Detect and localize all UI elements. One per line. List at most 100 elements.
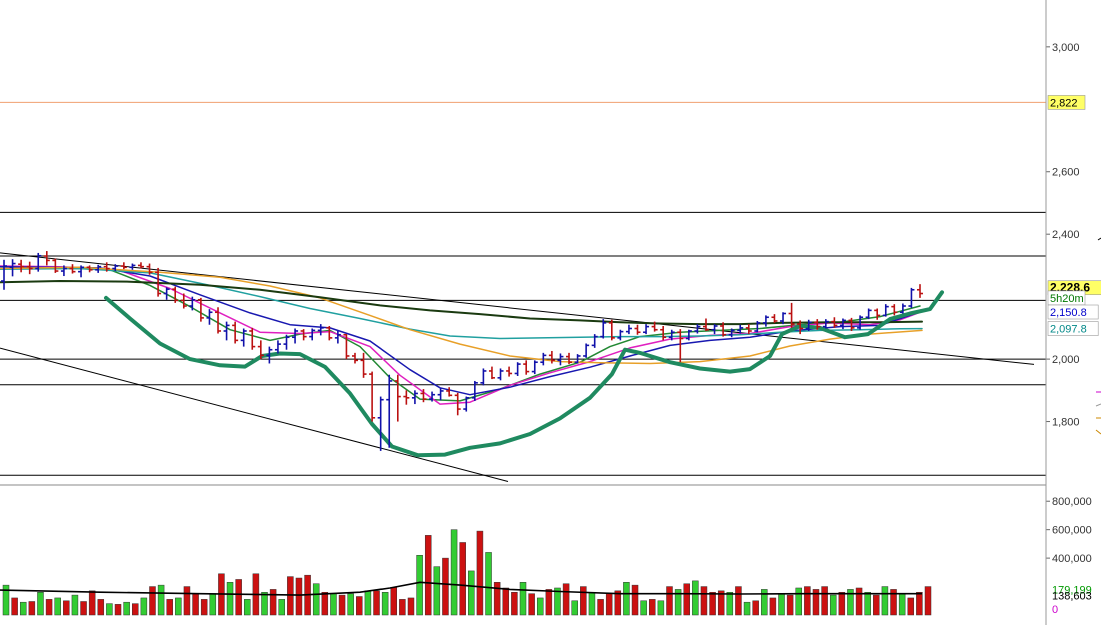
volume-bar	[209, 593, 217, 616]
volume-tick-label: 600,000	[1052, 525, 1092, 537]
volume-bar	[752, 600, 759, 616]
volume-bar	[347, 593, 354, 616]
volume-bar	[166, 599, 173, 616]
volume-bar	[132, 603, 139, 616]
volume-bar	[769, 597, 777, 616]
volume-bar	[786, 594, 794, 616]
volume-bar	[519, 582, 527, 616]
volume-bar	[700, 586, 708, 616]
volume-bar	[580, 586, 587, 616]
volume-bar	[631, 584, 639, 616]
price-tick-label: 2,400	[1052, 229, 1080, 241]
volume-bar	[916, 591, 923, 616]
volume-bar	[11, 597, 18, 616]
volume-bar	[149, 586, 156, 616]
volume-bar	[183, 586, 191, 616]
volume-bar	[924, 586, 932, 616]
volume-bar	[881, 586, 889, 616]
volume-bar	[37, 591, 44, 616]
volume-bar	[399, 599, 406, 616]
stock-chart[interactable]: 1,8002,0002,4002,6003,0002,8222,228.65h2…	[0, 0, 1101, 625]
volume-bar	[261, 591, 268, 616]
volume-bar	[80, 601, 87, 616]
volume-bar	[244, 599, 251, 616]
volume-bar	[743, 601, 751, 616]
volume-bar	[114, 604, 122, 616]
volume-bar	[157, 584, 165, 616]
volume-bar	[605, 593, 613, 616]
price-tick-label: 2,600	[1052, 167, 1080, 179]
volume-bar	[821, 586, 828, 616]
price-tag-label: 2,097.8	[1050, 324, 1087, 336]
volume-bar	[312, 583, 320, 616]
price-tick-label: 3,000	[1052, 42, 1080, 54]
volume-tick-label: 800,000	[1052, 496, 1092, 508]
volume-bar	[200, 599, 208, 616]
price-tick-label: 1,800	[1052, 417, 1080, 429]
volume-bar	[536, 597, 544, 616]
volume-bar	[873, 594, 880, 616]
volume-bar	[381, 591, 389, 616]
volume-bar	[666, 586, 673, 616]
volume-bar	[140, 597, 148, 616]
volume-bar	[295, 577, 303, 616]
volume-bar	[476, 530, 484, 616]
volume-bar	[175, 597, 182, 616]
volume-bar	[683, 583, 690, 616]
volume-tag-label: 138,603	[1052, 590, 1092, 602]
volume-bar	[528, 593, 535, 616]
volume-bar	[226, 582, 234, 616]
volume-bar	[511, 591, 518, 616]
price-tag-label: 2,150.8	[1050, 307, 1087, 319]
volume-bar	[338, 594, 346, 616]
price-tag-label: 5h20m	[1050, 293, 1084, 305]
volume-bar	[356, 596, 363, 616]
volume-bar	[588, 591, 596, 616]
volume-bar	[795, 587, 802, 616]
volume-bar	[450, 529, 458, 616]
price-tick-label: 2,000	[1052, 354, 1080, 366]
volume-bar	[433, 566, 441, 616]
volume-bar	[804, 586, 811, 616]
volume-bar	[269, 589, 277, 616]
volume-bar	[709, 591, 716, 616]
volume-bar	[28, 601, 36, 616]
volume-bar	[330, 593, 337, 616]
volume-bar	[287, 576, 294, 616]
volume-bar	[278, 599, 285, 616]
volume-bar	[640, 600, 647, 616]
volume-bar	[864, 591, 871, 616]
volume-bar	[838, 591, 846, 616]
volume-bar	[19, 601, 27, 616]
volume-bar	[692, 580, 699, 616]
volume-bar	[735, 586, 742, 616]
volume-bar	[390, 587, 398, 616]
volume-bar	[123, 601, 130, 616]
price-tag-label: 2,822	[1050, 97, 1078, 109]
volume-bar	[63, 600, 70, 616]
volume-bar	[907, 597, 915, 616]
volume-bar	[192, 593, 199, 616]
volume-bar	[71, 594, 79, 616]
volume-bar	[485, 552, 492, 616]
volume-bar	[106, 603, 113, 616]
volume-bar	[726, 591, 734, 616]
volume-tick-label: 400,000	[1052, 553, 1092, 565]
volume-bar	[829, 594, 837, 616]
volume-bar	[778, 593, 785, 616]
volume-bar	[321, 591, 329, 616]
volume-bar	[424, 535, 432, 616]
volume-bar	[459, 542, 466, 616]
volume-tag-label: 0	[1052, 604, 1058, 616]
volume-bar	[898, 593, 906, 616]
volume-bar	[235, 579, 242, 616]
volume-bar	[468, 570, 475, 616]
volume-bar	[562, 583, 570, 616]
volume-bar	[855, 587, 863, 616]
volume-bar	[657, 600, 665, 616]
volume-bar	[571, 600, 578, 616]
volume-bar	[442, 557, 449, 616]
volume-bar	[416, 555, 423, 616]
volume-bar	[373, 590, 380, 616]
volume-bar	[649, 599, 656, 616]
